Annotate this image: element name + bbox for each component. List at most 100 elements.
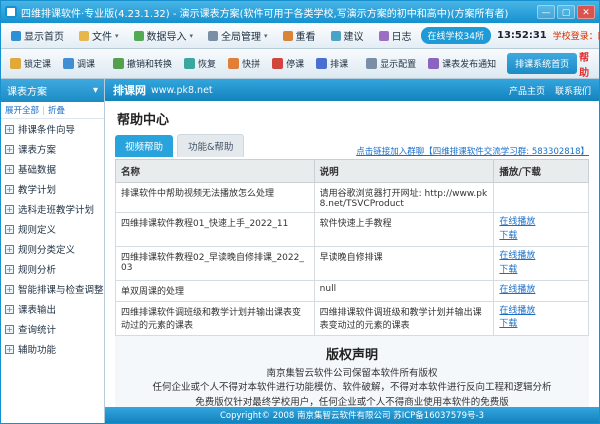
play-online-link[interactable]: 在线播放 — [499, 250, 583, 264]
plus-box-icon: + — [5, 345, 14, 354]
copyright-title: 版权声明 — [121, 344, 583, 363]
log-button[interactable]: 日志 — [373, 25, 418, 46]
video-actions: 在线播放 下载 — [494, 247, 589, 281]
sidebar-item-base-data[interactable]: +基础数据 — [1, 159, 104, 179]
contact-us-link[interactable]: 联系我们 — [555, 84, 591, 97]
download-link[interactable]: 下载 — [499, 318, 583, 332]
video-desc: 软件快速上手教程 — [314, 213, 494, 247]
sidebar-item-teaching-plan[interactable]: +教学计划 — [1, 179, 104, 199]
copyright-line: 南京集智云软件公司保留本软件所有版权 — [121, 367, 583, 382]
download-link[interactable]: 下载 — [499, 230, 583, 244]
move-course-button[interactable]: 调课 — [58, 53, 100, 74]
plus-box-icon: + — [5, 145, 14, 154]
tab-function-help[interactable]: 功能&帮助 — [177, 134, 244, 157]
import-icon — [134, 31, 144, 41]
quick-icon — [228, 58, 239, 69]
review-button[interactable]: 重看 — [277, 25, 322, 46]
video-desc: null — [314, 281, 494, 302]
video-name: 四维排课软件教程01_快速上手_2022_11 — [116, 213, 315, 247]
plus-box-icon: + — [5, 305, 14, 314]
lock-course-button[interactable]: 锁定课 — [5, 53, 56, 74]
close-button[interactable]: ✕ — [577, 5, 595, 19]
sidebar-item-aux-functions[interactable]: +辅助功能 — [1, 339, 104, 359]
site-banner: 排课网 www.pk8.net 产品主页 联系我们 — [105, 79, 599, 101]
plus-box-icon: + — [5, 185, 14, 194]
restore-button[interactable]: 恢复 — [179, 53, 221, 74]
main-area: 课表方案 ▾ 展开全部 折叠 +排课条件向导 +课表方案 +基础数据 +教学计划… — [1, 79, 599, 423]
maximize-button[interactable]: ▢ — [557, 5, 575, 19]
page-title: 帮助中心 — [117, 109, 589, 128]
title-bar: 四维排课软件·专业版(4.23.1.32) - 演示课表方案(软件可用于各类学校… — [1, 1, 599, 23]
sidebar-item-rule-define[interactable]: +规则定义 — [1, 219, 104, 239]
video-name: 四维排课软件教程02_早读晚自修排课_2022_03 — [116, 247, 315, 281]
table-row: 排课软件中帮助视频无法播放怎么处理 请用谷歌浏览器打开网址: http://ww… — [116, 183, 589, 213]
brand-name: 排课网 — [113, 82, 146, 98]
quick-arrange-button[interactable]: 快拼 — [223, 53, 265, 74]
table-row: 单双周课的处理 null 在线播放 — [116, 281, 589, 302]
minimize-button[interactable]: — — [537, 5, 555, 19]
sidebar-item-smart-schedule[interactable]: +智能排课与检查调整 — [1, 279, 104, 299]
undo-icon — [113, 58, 124, 69]
publish-notice-button[interactable]: 课表发布通知 — [423, 53, 501, 74]
plus-box-icon: + — [5, 245, 14, 254]
plus-box-icon: + — [5, 225, 14, 234]
display-config-button[interactable]: 显示配置 — [361, 53, 421, 74]
video-actions: 在线播放 下载 — [494, 213, 589, 247]
sidebar-item-elective-plan[interactable]: +选科走班教学计划 — [1, 199, 104, 219]
play-online-link[interactable]: 在线播放 — [499, 216, 583, 230]
file-menu[interactable]: 文件 ▾ — [73, 25, 125, 46]
schedule-button[interactable]: 排课 — [311, 53, 353, 74]
footer-copyright-text: Copyright© 2008 南京集智云软件有限公司 苏ICP备1603757… — [220, 409, 484, 421]
plus-box-icon: + — [5, 165, 14, 174]
video-name: 单双周课的处理 — [116, 281, 315, 302]
sidebar-scheme-dropdown[interactable]: 课表方案 ▾ — [1, 79, 104, 102]
gear-icon — [208, 31, 218, 41]
sidebar-item-output[interactable]: +课表输出 — [1, 299, 104, 319]
copyright-line: 免费版仅针对最终学校用户，任何企业或个人不得商业使用本软件的免费版 — [121, 396, 583, 407]
table-header-row: 名称 说明 播放/下载 — [116, 160, 589, 183]
download-link[interactable]: 下载 — [499, 264, 583, 278]
expand-all-link[interactable]: 展开全部 — [5, 104, 39, 116]
sidebar-item-scheme[interactable]: +课表方案 — [1, 139, 104, 159]
sidebar-tools: 展开全部 折叠 — [1, 102, 104, 119]
scheduling-system-home-button[interactable]: 排课系统首页 — [507, 53, 577, 74]
qq-group-link[interactable]: 点击链接加入群聊【四维排课软件交流学习群: 583302818】 — [356, 145, 589, 157]
video-desc: 早读晚自修排课 — [314, 247, 494, 281]
table-row: 四维排课软件调班级和教学计划并输出课表变动过的元素的课表 四维排课软件调班级和教… — [116, 301, 589, 335]
sidebar-item-wizard[interactable]: +排课条件向导 — [1, 119, 104, 139]
video-name: 排课软件中帮助视频无法播放怎么处理 — [116, 183, 315, 213]
help-video-table: 名称 说明 播放/下载 排课软件中帮助视频无法播放怎么处理 请用谷歌浏览器打开网… — [115, 159, 589, 336]
product-home-link[interactable]: 产品主页 — [509, 84, 545, 97]
tabs-row: 视频帮助 功能&帮助 点击链接加入群聊【四维排课软件交流学习群: 5833028… — [115, 134, 589, 157]
suspend-course-button[interactable]: 停课 — [267, 53, 309, 74]
review-icon — [283, 31, 293, 41]
collapse-link[interactable]: 折叠 — [48, 104, 65, 116]
menu-bar: 显示首页 文件 ▾ 数据导入 ▾ 全局管理 ▾ 重看 建议 日志 — [1, 23, 599, 49]
data-import-menu[interactable]: 数据导入 ▾ — [128, 25, 200, 46]
home-icon — [11, 31, 21, 41]
plus-box-icon: + — [5, 285, 14, 294]
sidebar-item-rule-category[interactable]: +规则分类定义 — [1, 239, 104, 259]
undo-redo-button[interactable]: 撤销和转换 — [108, 53, 177, 74]
sidebar-item-rule-analysis[interactable]: +规则分析 — [1, 259, 104, 279]
play-online-link[interactable]: 在线播放 — [499, 284, 583, 298]
global-manage-menu[interactable]: 全局管理 ▾ — [202, 25, 274, 46]
copyright-line: 任何企业或个人不得对本软件进行功能模仿、软件破解，不得对本软件进行反向工程和逻辑… — [121, 381, 583, 396]
show-home-button[interactable]: 显示首页 — [5, 25, 70, 46]
online-schools-badge[interactable]: 在线学校34所 — [421, 27, 491, 44]
log-icon — [379, 31, 389, 41]
help-link[interactable]: 帮助 — [579, 49, 595, 79]
column-header-name: 名称 — [116, 160, 315, 183]
play-online-link[interactable]: 在线播放 — [499, 305, 583, 319]
swap-icon — [63, 58, 74, 69]
site-url-link[interactable]: www.pk8.net — [151, 85, 213, 96]
chevron-down-icon: ▾ — [115, 32, 119, 40]
suggest-button[interactable]: 建议 — [325, 25, 370, 46]
sidebar-tree: +排课条件向导 +课表方案 +基础数据 +教学计划 +选科走班教学计划 +规则定… — [1, 119, 104, 359]
clock: 13:52:31 — [497, 30, 547, 41]
video-desc: 请用谷歌浏览器打开网址: http://www.pk8.net/TSVCProd… — [314, 183, 494, 213]
tab-video-help[interactable]: 视频帮助 — [115, 135, 173, 157]
plus-box-icon: + — [5, 325, 14, 334]
chevron-down-icon: ▾ — [93, 85, 98, 96]
sidebar-item-query-stats[interactable]: +查询统计 — [1, 319, 104, 339]
